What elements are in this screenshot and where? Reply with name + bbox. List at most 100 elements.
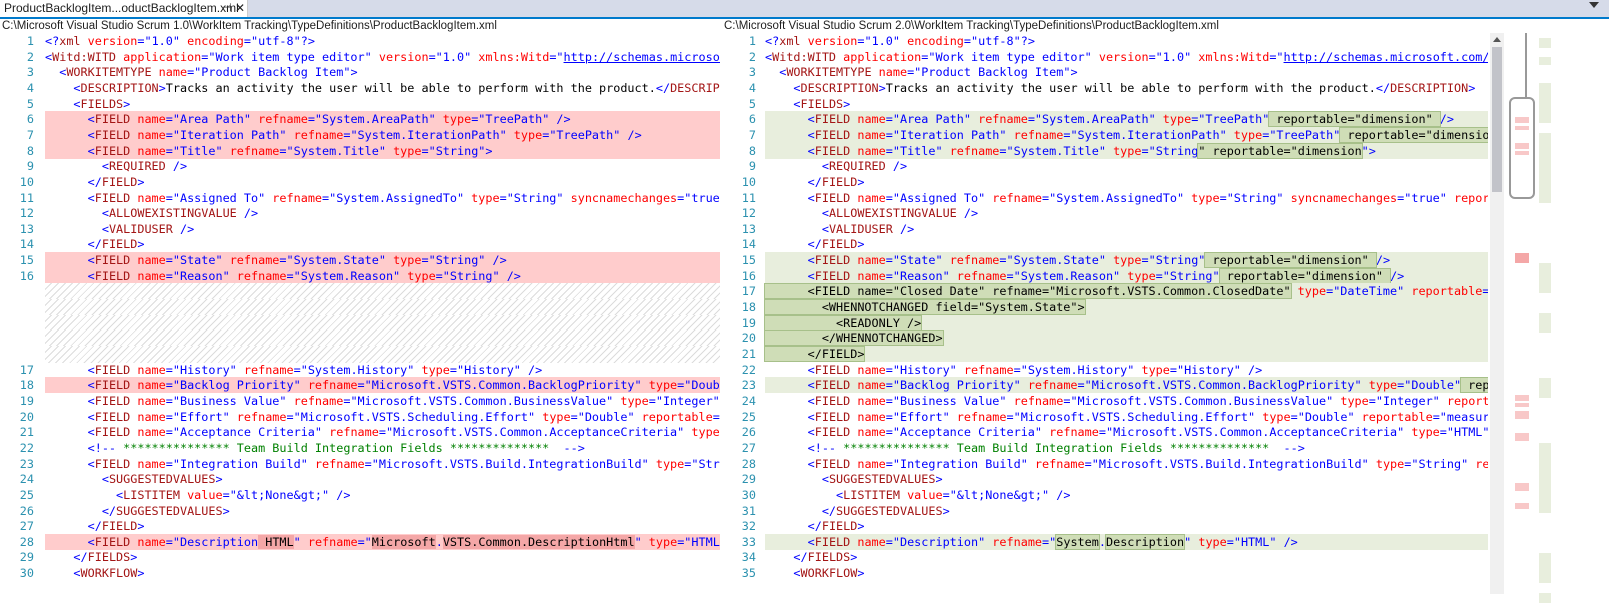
code-line[interactable]: </SUGGESTEDVALUES> — [45, 503, 720, 519]
code-line[interactable]: <SUGGESTEDVALUES> — [765, 471, 1488, 487]
document-tab[interactable]: ProductBacklogItem...oductBacklogItem.xm… — [0, 0, 248, 17]
code-line[interactable]: <REQUIRED /> — [45, 158, 720, 174]
code-line[interactable]: <FIELD name="Business Value" refname="Mi… — [45, 393, 720, 409]
chevron-down-icon[interactable] — [1589, 2, 1599, 8]
diff-placeholder-line[interactable] — [45, 346, 720, 363]
code-line[interactable]: </FIELD> — [765, 518, 1488, 534]
added-code-line[interactable]: <FIELD name="Title" refname="System.Titl… — [765, 143, 1488, 159]
code-line[interactable]: <FIELD name="Integration Build" refname=… — [765, 456, 1488, 472]
code-line[interactable]: <FIELD name="Effort" refname="Microsoft.… — [765, 409, 1488, 425]
code-line[interactable]: <LISTITEM value="&lt;None&gt;" /> — [45, 487, 720, 503]
diff-overview-map[interactable] — [1505, 33, 1609, 594]
deleted-code-line[interactable]: <FIELD name="Backlog Priority" refname="… — [45, 377, 720, 393]
added-code-line[interactable]: <WHENNOTCHANGED field="System.State"> — [765, 299, 1488, 315]
right-diff-pane[interactable]: 1<?xml version="1.0" encoding="utf-8"?>2… — [722, 33, 1488, 594]
code-line[interactable]: <FIELD name="History" refname="System.Hi… — [45, 362, 720, 378]
left-diff-pane[interactable]: 1<?xml version="1.0" encoding="utf-8"?>2… — [0, 33, 720, 594]
code-line[interactable]: <VALIDUSER /> — [765, 221, 1488, 237]
code-line[interactable]: <!-- *************** Team Build Integrat… — [765, 440, 1488, 456]
code-line[interactable]: <DESCRIPTION>Tracks an activity the user… — [45, 80, 720, 96]
added-code-line[interactable]: <READONLY /> — [765, 315, 1488, 331]
code-token: FIELDS — [808, 550, 851, 564]
code-line[interactable]: <WORKITEMTYPE name="Product Backlog Item… — [765, 64, 1488, 80]
code-line[interactable]: <ALLOWEXISTINGVALUE /> — [45, 205, 720, 221]
code-line[interactable]: <?xml version="1.0" encoding="utf-8"?> — [765, 33, 1488, 49]
code-line[interactable]: <FIELD name="Effort" refname="Microsoft.… — [45, 409, 720, 425]
code-line[interactable]: <LISTITEM value="&lt;None&gt;" /> — [765, 487, 1488, 503]
code-token: ="utf-8" — [964, 34, 1021, 48]
code-line[interactable]: <Witd:WITD application="Work item type e… — [45, 49, 720, 65]
code-line[interactable]: <ALLOWEXISTINGVALUE /> — [765, 205, 1488, 221]
deleted-code-line[interactable]: <FIELD name="Reason" refname="System.Rea… — [45, 268, 720, 284]
code-token: refname — [287, 128, 344, 142]
added-code-line[interactable]: <FIELD name="State" refname="System.Stat… — [765, 252, 1488, 268]
code-line[interactable]: <FIELD name="Business Value" refname="Mi… — [765, 393, 1488, 409]
code-line[interactable]: </SUGGESTEDVALUES> — [765, 503, 1488, 519]
deleted-code-line[interactable]: <FIELD name="Title" refname="System.Titl… — [45, 143, 720, 159]
code-line[interactable]: </FIELDS> — [765, 549, 1488, 565]
code-line[interactable]: <FIELD name="Acceptance Criteria" refnam… — [45, 424, 720, 440]
code-token: ="String" — [1220, 191, 1284, 205]
code-line[interactable]: <WORKITEMTYPE name="Product Backlog Item… — [45, 64, 720, 80]
code-line[interactable]: </FIELD> — [45, 174, 720, 190]
code-line[interactable]: </FIELD> — [765, 174, 1488, 190]
code-line[interactable]: <FIELDS> — [765, 96, 1488, 112]
code-token — [45, 65, 59, 79]
code-line[interactable]: <DESCRIPTION>Tracks an activity the user… — [765, 80, 1488, 96]
scrollbar-thumb[interactable] — [1492, 47, 1502, 192]
added-code-line[interactable]: <FIELD name="Reason" refname="System.Rea… — [765, 268, 1488, 284]
scroll-up-icon[interactable] — [1493, 37, 1501, 42]
code-line[interactable]: <!-- *************** Team Build Integrat… — [45, 440, 720, 456]
added-code-line[interactable]: <FIELD name="Description" refname="Syste… — [765, 534, 1488, 550]
added-code-line[interactable]: <FIELD name="Closed Date" refname="Micro… — [765, 283, 1488, 299]
diff-placeholder-line[interactable] — [45, 283, 720, 300]
added-code-line[interactable]: <FIELD name="Backlog Priority" refname="… — [765, 377, 1488, 393]
code-token: < — [808, 410, 815, 424]
code-token: < — [88, 394, 95, 408]
added-code-line[interactable]: <FIELD name="Iteration Path" refname="Sy… — [765, 127, 1488, 143]
code-token: FIELD — [95, 410, 131, 424]
line-number: 14 — [722, 236, 756, 252]
code-line[interactable]: <VALIDUSER /> — [45, 221, 720, 237]
code-line[interactable]: <?xml version="1.0" encoding="utf-8"?> — [45, 33, 720, 49]
pin-icon[interactable]: ⊣ — [222, 0, 232, 17]
code-line[interactable]: <WORKFLOW> — [45, 565, 720, 581]
code-token: ="Iteration Path" — [166, 128, 287, 142]
added-code-line[interactable]: <FIELD name="Area Path" refname="System.… — [765, 111, 1488, 127]
deleted-code-line[interactable]: <FIELD name="Description HTML" refname="… — [45, 534, 720, 550]
code-line[interactable]: <WORKFLOW> — [765, 565, 1488, 581]
code-line[interactable]: </FIELD> — [765, 236, 1488, 252]
code-line[interactable]: </FIELD> — [45, 236, 720, 252]
code-line[interactable]: </FIELD> — [45, 518, 720, 534]
vertical-scrollbar[interactable] — [1490, 33, 1504, 594]
diff-placeholder-line[interactable] — [45, 299, 720, 316]
deleted-code-line[interactable]: <FIELD name="Area Path" refname="System.… — [45, 111, 720, 127]
deleted-code-line[interactable]: <FIELD name="State" refname="System.Stat… — [45, 252, 720, 268]
code-token: < — [102, 206, 109, 220]
code-token: encoding — [900, 34, 964, 48]
code-token: . — [1099, 535, 1106, 549]
overview-viewport-indicator[interactable] — [1509, 97, 1535, 199]
code-line[interactable]: <REQUIRED /> — [765, 158, 1488, 174]
code-token: > — [223, 504, 230, 518]
close-icon[interactable]: ✕ — [235, 0, 245, 17]
code-line[interactable]: <FIELD name="Assigned To" refname="Syste… — [45, 190, 720, 206]
diff-placeholder-line[interactable] — [45, 330, 720, 347]
code-line[interactable]: </FIELDS> — [45, 549, 720, 565]
code-token: ="History" — [166, 363, 237, 377]
code-line[interactable]: <FIELD name="Acceptance Criteria" refnam… — [765, 424, 1488, 440]
code-token — [765, 144, 808, 158]
code-line[interactable]: <SUGGESTEDVALUES> — [45, 471, 720, 487]
added-code-line[interactable]: </FIELD> — [765, 346, 1488, 362]
code-token: </ — [793, 550, 807, 564]
line-number: 6 — [722, 111, 756, 127]
code-line[interactable]: <FIELD name="Assigned To" refname="Syste… — [765, 190, 1488, 206]
line-number: 3 — [0, 64, 34, 80]
code-line[interactable]: <Witd:WITD application="Work item type e… — [765, 49, 1488, 65]
code-line[interactable]: <FIELD name="History" refname="System.Hi… — [765, 362, 1488, 378]
code-token: FIELD — [815, 394, 851, 408]
code-line[interactable]: <FIELDS> — [45, 96, 720, 112]
deleted-code-line[interactable]: <FIELD name="Iteration Path" refname="Sy… — [45, 127, 720, 143]
added-code-line[interactable]: </WHENNOTCHANGED> — [765, 330, 1488, 346]
code-line[interactable]: <FIELD name="Integration Build" refname=… — [45, 456, 720, 472]
